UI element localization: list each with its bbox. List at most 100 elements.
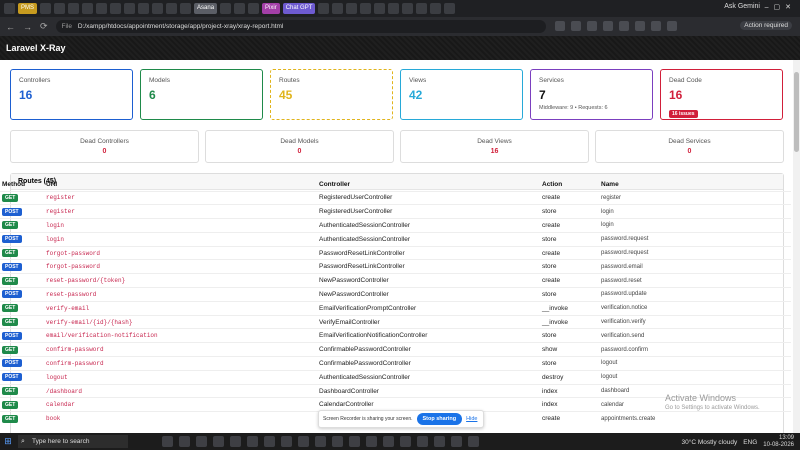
tab-icon[interactable] — [402, 3, 414, 14]
taskbar-app-icon[interactable] — [196, 436, 207, 447]
taskbar-app-icon[interactable] — [230, 436, 241, 447]
taskbar-app-icon[interactable] — [315, 436, 326, 447]
hide-link[interactable]: Hide — [466, 416, 477, 422]
taskbar-app-icon[interactable] — [349, 436, 360, 447]
taskbar-app-icon[interactable] — [298, 436, 309, 447]
tab-icon[interactable] — [360, 3, 372, 14]
uri-cell: reset-password/{token} — [46, 273, 319, 288]
tab-icon[interactable] — [416, 3, 428, 14]
taskbar-search[interactable]: ⌕ Type here to search — [18, 435, 128, 448]
scrollbar-thumb[interactable] — [794, 72, 799, 152]
name-cell: password.reset — [601, 273, 791, 288]
tab-chatgpt[interactable]: Chat GPT — [282, 3, 316, 14]
tab-icon[interactable] — [220, 3, 232, 14]
stop-sharing-button[interactable]: Stop sharing — [416, 413, 463, 425]
issues-badge: 16 issues — [669, 110, 698, 118]
clock[interactable]: 13:09 10-08-2026 — [763, 435, 794, 449]
name-cell: register — [601, 190, 791, 205]
taskbar-app-icon[interactable] — [247, 436, 258, 447]
url-input[interactable]: File D:/xampp/htdocs/appointment/storage… — [55, 20, 546, 33]
extension-icon[interactable] — [619, 21, 629, 31]
tab-icon[interactable] — [388, 3, 400, 14]
dead-card-views: Dead Views 16 — [400, 130, 589, 163]
stat-label: Models — [149, 77, 170, 84]
name-cell: password.update — [601, 287, 791, 302]
tab-icon[interactable] — [346, 3, 358, 14]
tab-icon[interactable] — [40, 3, 52, 14]
tab-icon[interactable] — [166, 3, 178, 14]
tab-icon[interactable] — [374, 3, 386, 14]
taskbar-app-icon[interactable] — [468, 436, 479, 447]
tab-icon[interactable] — [4, 3, 15, 14]
tab-icon[interactable] — [444, 3, 456, 14]
tab-icon[interactable] — [234, 3, 246, 14]
taskbar-app-icon[interactable] — [434, 436, 445, 447]
header-uri: URI — [46, 180, 58, 188]
forward-icon[interactable]: → — [23, 22, 32, 32]
tab-icon[interactable] — [318, 3, 330, 14]
back-icon[interactable]: ← — [6, 22, 15, 32]
method-cell: GET — [0, 273, 46, 288]
tab-pms[interactable]: PMS — [18, 3, 38, 14]
taskbar-app-icon[interactable] — [383, 436, 394, 447]
action-required-button[interactable]: Action required — [740, 21, 792, 30]
method-cell: GET — [0, 218, 46, 233]
uri-cell: calendar — [46, 397, 319, 412]
method-badge: GET — [2, 414, 19, 423]
windows-start-icon[interactable]: ⊞ — [0, 436, 16, 447]
action-cell: show — [542, 342, 601, 357]
extension-icon[interactable] — [667, 21, 677, 31]
tab-icon[interactable] — [124, 3, 136, 14]
extension-icon[interactable] — [651, 21, 661, 31]
tab-icon[interactable] — [180, 3, 192, 14]
taskbar-app-icon[interactable] — [264, 436, 275, 447]
language-indicator[interactable]: ENG — [743, 439, 757, 446]
method-cell: GET — [0, 342, 46, 357]
uri-cell: email/verification-notification — [46, 328, 319, 343]
uri-cell: logout — [46, 369, 319, 385]
routes-header-row: Method URI Controller Action Name — [0, 178, 791, 191]
taskbar-app-icon[interactable] — [400, 436, 411, 447]
tab-icon[interactable] — [82, 3, 94, 14]
extension-icon[interactable] — [603, 21, 613, 31]
tab-asana[interactable]: Asana — [194, 3, 218, 14]
tab-icon[interactable] — [332, 3, 344, 14]
method-badge: GET — [2, 193, 19, 202]
tab-icon[interactable] — [152, 3, 164, 14]
tab-icon[interactable] — [138, 3, 150, 14]
extension-icon[interactable] — [635, 21, 645, 31]
ask-gemini-button[interactable]: Ask Gemini — [724, 3, 760, 10]
tab-icon[interactable] — [110, 3, 122, 14]
taskbar-app-icon[interactable] — [366, 436, 377, 447]
tab-icon[interactable] — [96, 3, 108, 14]
tab-icon[interactable] — [68, 3, 80, 14]
reload-icon[interactable]: ⟳ — [40, 21, 48, 32]
extension-icon[interactable] — [587, 21, 597, 31]
uri-cell: register — [46, 190, 319, 205]
window-controls[interactable]: –▢✕ — [765, 3, 796, 11]
weather-text[interactable]: 30°C Mostly cloudy — [681, 439, 737, 446]
taskbar-app-icon[interactable] — [213, 436, 224, 447]
scrollbar[interactable] — [793, 60, 800, 433]
taskbar-app-icon[interactable] — [162, 436, 173, 447]
method-cell: POST — [0, 356, 46, 371]
method-badge: POST — [2, 373, 22, 382]
taskbar-app-icon[interactable] — [417, 436, 428, 447]
extension-icon[interactable] — [571, 21, 581, 31]
extension-icon[interactable] — [555, 21, 565, 31]
uri-cell: /dashboard — [46, 383, 319, 398]
taskbar-app-icon[interactable] — [281, 436, 292, 447]
taskbar-app-icon[interactable] — [451, 436, 462, 447]
tab-pixir[interactable]: Pixir — [262, 3, 280, 14]
dead-card-services: Dead Services 0 — [595, 130, 784, 163]
controller-cell: ConfirmablePasswordController — [319, 356, 542, 371]
taskbar-app-icon[interactable] — [179, 436, 190, 447]
tab-icon[interactable] — [54, 3, 66, 14]
stat-card-controllers: Controllers 16 — [10, 69, 133, 120]
taskbar-app-icon[interactable] — [332, 436, 343, 447]
tab-icon[interactable] — [248, 3, 260, 14]
tab-icon[interactable] — [430, 3, 442, 14]
stat-label: Controllers — [19, 77, 51, 84]
controller-cell: NewPasswordController — [319, 287, 542, 302]
screen-share-bar: Screen Recorder is sharing your screen. … — [318, 410, 484, 428]
